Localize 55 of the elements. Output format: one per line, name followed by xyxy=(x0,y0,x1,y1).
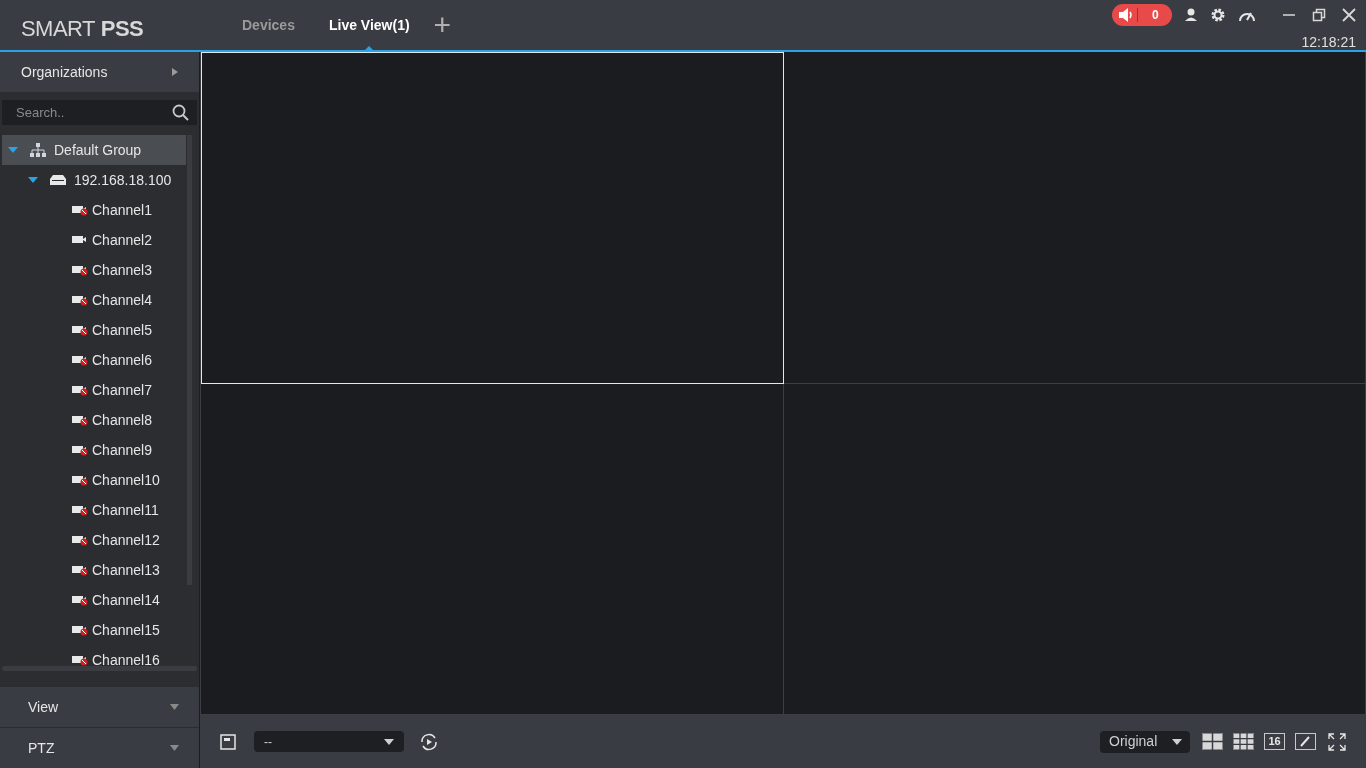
alarm-count: 0 xyxy=(1152,7,1159,24)
channel-item[interactable]: Channel5 xyxy=(2,315,186,345)
channel-item[interactable]: Channel3 xyxy=(2,255,186,285)
add-tab-button[interactable]: + xyxy=(433,10,452,40)
dropdown-arrow-icon xyxy=(170,745,179,751)
logo-bold-text: PSS xyxy=(100,15,144,43)
dropdown-arrow-icon xyxy=(384,738,394,745)
scrollbar[interactable] xyxy=(187,135,192,585)
dropdown-arrow-icon xyxy=(170,704,179,710)
tree-node[interactable]: Default Group xyxy=(2,135,186,165)
channel-item[interactable]: Channel16 xyxy=(2,645,186,670)
search-icon[interactable] xyxy=(172,104,189,121)
close-icon[interactable] xyxy=(1342,8,1356,22)
restore-icon[interactable] xyxy=(1312,8,1326,22)
horizontal-scrollbar[interactable] xyxy=(2,666,197,671)
channel-item[interactable]: Channel8 xyxy=(2,405,186,435)
channel-item[interactable]: Channel1 xyxy=(2,195,186,225)
recorder-icon xyxy=(50,175,66,185)
split-9-icon[interactable] xyxy=(1233,733,1254,750)
tree-node[interactable]: 192.168.18.100 xyxy=(2,165,186,195)
expand-arrow-icon xyxy=(172,68,178,76)
fullscreen-icon[interactable] xyxy=(1328,732,1346,751)
channel-item[interactable]: Channel9 xyxy=(2,435,186,465)
cycle-play-icon[interactable] xyxy=(420,732,438,751)
search-field[interactable]: Search.. xyxy=(2,100,197,125)
ratio-select[interactable]: Original xyxy=(1100,730,1190,753)
settings-icon[interactable] xyxy=(1210,7,1226,23)
channel-item[interactable]: Channel10 xyxy=(2,465,186,495)
channel-item[interactable]: Channel2 xyxy=(2,225,186,255)
hierarchy-icon xyxy=(30,143,46,157)
logo-text: SMART xyxy=(21,15,95,43)
dropdown-arrow-icon xyxy=(1172,738,1182,745)
channel-item[interactable]: Channel14 xyxy=(2,585,186,615)
channel-item[interactable]: Channel7 xyxy=(2,375,186,405)
tab[interactable]: Devices xyxy=(242,0,295,50)
channel-item[interactable]: Channel4 xyxy=(2,285,186,315)
clock-text: 12:18:21 xyxy=(1301,33,1356,52)
channel-item[interactable]: Channel12 xyxy=(2,525,186,555)
save-icon[interactable] xyxy=(220,733,236,750)
channel-item[interactable]: Channel13 xyxy=(2,555,186,585)
speaker-icon xyxy=(1119,8,1135,22)
user-icon[interactable] xyxy=(1184,8,1198,22)
panel-header[interactable]: View xyxy=(0,686,199,727)
pencil-icon[interactable] xyxy=(1295,733,1316,750)
channel-item[interactable]: Channel11 xyxy=(2,495,186,525)
split-16-button[interactable]: 16 xyxy=(1264,733,1285,750)
split-4-icon[interactable] xyxy=(1202,733,1223,750)
channel-item[interactable]: Channel6 xyxy=(2,345,186,375)
channel-item[interactable]: Channel15 xyxy=(2,615,186,645)
view-select[interactable]: -- xyxy=(254,731,404,752)
panel-header[interactable]: PTZ xyxy=(0,727,199,768)
alarm-badge[interactable]: 0 xyxy=(1112,4,1172,26)
organizations-header[interactable]: Organizations xyxy=(0,52,199,92)
expand-caret-icon[interactable] xyxy=(8,146,18,154)
expand-caret-icon[interactable] xyxy=(28,176,38,184)
